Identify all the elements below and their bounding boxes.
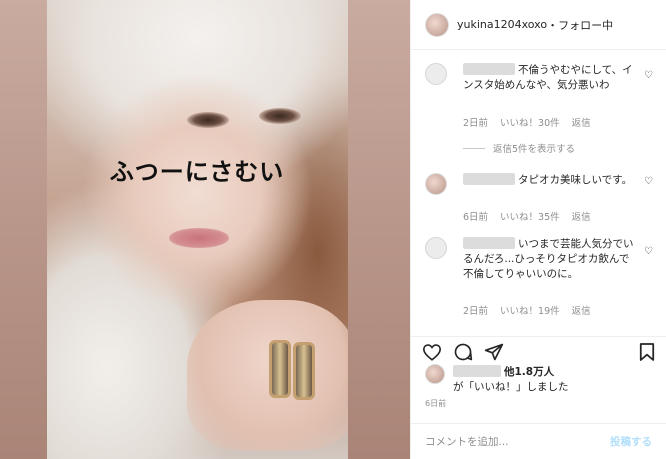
paper-plane-icon[interactable]: [483, 341, 505, 363]
photo-ring: [269, 340, 291, 398]
header-username[interactable]: yukina1204xoxo: [457, 18, 547, 31]
post-media-area: ふつーにさむい: [0, 0, 410, 459]
post-overlay-text: ふつーにさむい: [109, 157, 285, 186]
divider: [463, 147, 485, 149]
comment-time: 6日前: [463, 212, 489, 223]
blurred-username: [463, 237, 515, 249]
avatar[interactable]: [425, 364, 445, 384]
comment-meta: 6日前 いいね！35件 返信: [463, 209, 591, 223]
blurred-username: [463, 63, 515, 75]
header-separator: ・: [547, 18, 559, 32]
comment-meta: 2日前 いいね！19件 返信: [463, 303, 591, 317]
comment-item: 不倫うやむやにして、インスタ始めんなや、気分悪いわ ♡ 2日前 いいね！30件 …: [425, 63, 654, 153]
likes-others[interactable]: 他1.8万人: [504, 366, 554, 378]
comment-reply-button[interactable]: 返信: [572, 303, 591, 317]
avatar[interactable]: [425, 12, 449, 37]
comment-likes[interactable]: いいね！35件: [500, 209, 560, 223]
comment-item: タピオカ美味しいです。 ♡ 6日前 いいね！35件 返信: [425, 173, 654, 233]
comment-text: タピオカ美味しいです。: [518, 174, 633, 186]
comments-list: 不倫うやむやにして、インスタ始めんなや、気分悪いわ ♡ 2日前 いいね！30件 …: [411, 51, 666, 336]
post-comment-button[interactable]: 投稿する: [610, 434, 652, 449]
view-replies-label[interactable]: 返信5件を表示する: [493, 141, 575, 155]
post-photo[interactable]: ふつーにさむい: [47, 0, 348, 459]
likes-line: 他1.8万人: [453, 364, 554, 379]
comment-body: いつまで芸能人気分でいるんだろ...ひっそりタピオカ飲んで不倫してりゃいいのに。: [463, 237, 634, 282]
comment-likes[interactable]: いいね！30件: [500, 115, 560, 129]
blurred-username: [463, 173, 515, 185]
post-time-ago: 6日前: [425, 399, 447, 408]
view-replies[interactable]: 返信5件を表示する: [463, 141, 575, 155]
comment-reply-button[interactable]: 返信: [572, 209, 591, 223]
heart-icon[interactable]: ♡: [644, 71, 654, 81]
action-bar: [411, 336, 666, 364]
likes-summary: 他1.8万人 が「いいね！」しました: [425, 364, 656, 394]
photo-eye-left: [187, 112, 229, 128]
heart-icon[interactable]: ♡: [644, 247, 654, 257]
comment-item: いつまで芸能人気分でいるんだろ...ひっそりタピオカ飲んで不倫してりゃいいのに。…: [425, 237, 654, 336]
likes-suffix: が「いいね！」しました: [453, 381, 569, 393]
comment-meta: 2日前 いいね！30件 返信: [463, 115, 591, 129]
comment-time: 2日前: [463, 306, 489, 317]
heart-icon[interactable]: ♡: [644, 177, 654, 187]
comment-reply-button[interactable]: 返信: [572, 115, 591, 129]
photo-lips: [169, 228, 229, 248]
avatar[interactable]: [425, 63, 447, 85]
post-side-panel: yukina1204xoxo ・ フォロー中 不倫うやむやにして、インスタ始めん…: [410, 0, 666, 459]
avatar[interactable]: [425, 173, 447, 195]
comment-body: 不倫うやむやにして、インスタ始めんなや、気分悪いわ: [463, 63, 634, 93]
blurred-username: [453, 365, 501, 377]
heart-icon[interactable]: [421, 341, 443, 363]
photo-hand: [187, 300, 348, 450]
comment-input[interactable]: [425, 435, 610, 448]
comment-icon[interactable]: [452, 341, 474, 363]
bookmark-icon[interactable]: [636, 341, 658, 363]
photo-ring: [293, 342, 315, 400]
comment-composer: 投稿する: [411, 423, 666, 459]
avatar[interactable]: [425, 237, 447, 259]
post-header: yukina1204xoxo ・ フォロー中: [411, 0, 666, 50]
photo-eye-right: [259, 108, 301, 124]
comment-body: タピオカ美味しいです。: [463, 173, 634, 188]
follow-status-button[interactable]: フォロー中: [558, 17, 613, 33]
comment-time: 2日前: [463, 118, 489, 129]
comment-likes[interactable]: いいね！19件: [500, 303, 560, 317]
